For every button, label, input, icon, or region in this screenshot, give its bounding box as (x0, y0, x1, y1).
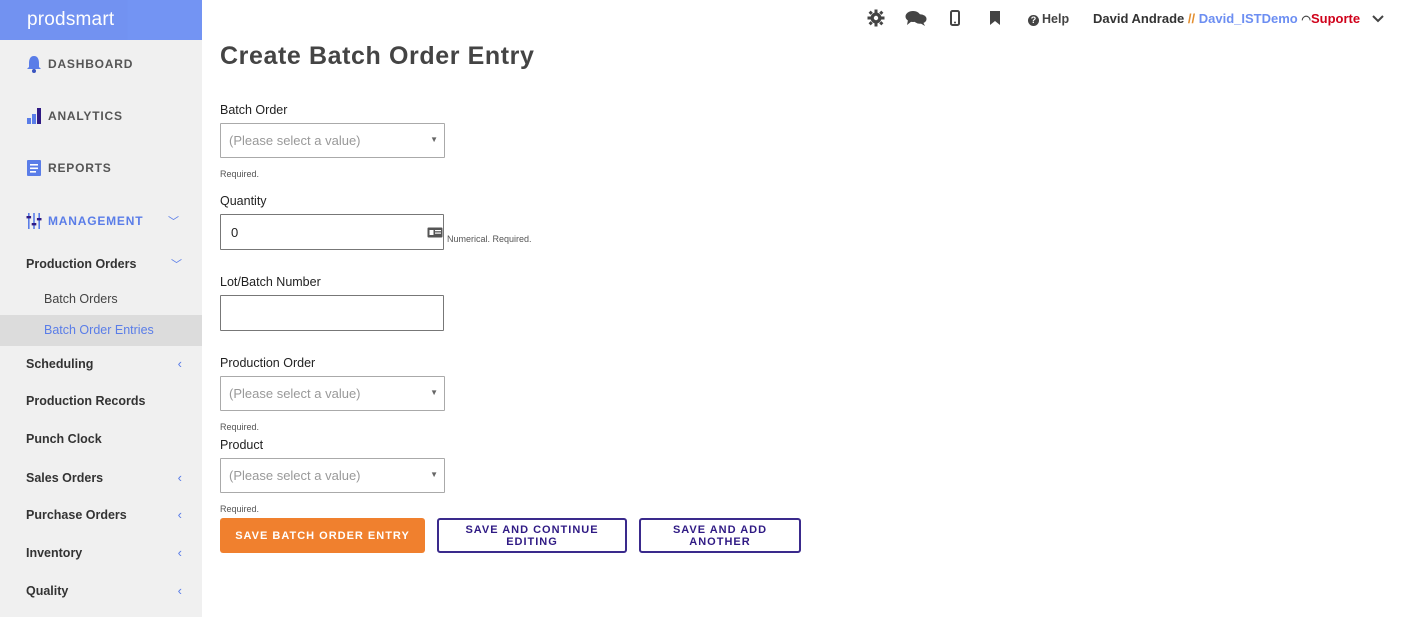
separator: // (1187, 11, 1196, 26)
chevron-left-icon: ‹ (177, 583, 182, 598)
report-icon (27, 160, 41, 176)
nav-punch-clock[interactable]: Punch Clock (26, 432, 182, 446)
nav-scheduling-label: Scheduling (26, 356, 94, 371)
user-name: David Andrade (1093, 11, 1185, 26)
page-title: Create Batch Order Entry (220, 42, 535, 70)
lot-number-input[interactable] (220, 295, 444, 331)
nav-management-label: MANAGEMENT (48, 214, 144, 228)
nav-batch-order-entries[interactable]: Batch Order Entries (44, 323, 154, 337)
sidebar: prodsmart DASHBOARD ANALYTICS REPORTS MA… (0, 0, 202, 617)
nav-dashboard[interactable]: DASHBOARD (26, 55, 133, 73)
nav-quality-label: Quality (26, 583, 69, 598)
nav-purchase-orders-label: Purchase Orders (26, 507, 127, 522)
bookmark-icon[interactable] (985, 9, 1005, 27)
save-continue-button[interactable]: SAVE AND CONTINUE EDITING (437, 518, 627, 553)
gear-icon[interactable] (866, 9, 886, 27)
batch-order-placeholder: (Please select a value) (229, 133, 361, 148)
chevron-down-icon: ﹀ (171, 259, 182, 271)
product-placeholder: (Please select a value) (229, 468, 361, 483)
nav-reports-label: REPORTS (48, 161, 112, 175)
save-button[interactable]: SAVE BATCH ORDER ENTRY (220, 518, 425, 553)
headset-icon: ◠ (1301, 14, 1311, 26)
lot-number-label: Lot/Batch Number (220, 275, 321, 289)
nav-production-records[interactable]: Production Records (26, 394, 182, 408)
batch-order-label: Batch Order (220, 103, 288, 117)
dropdown-arrow-icon: ▼ (430, 470, 438, 479)
dropdown-arrow-icon: ▼ (430, 135, 438, 144)
chevron-left-icon: ‹ (177, 507, 182, 522)
nav-purchase-orders[interactable]: Purchase Orders ‹ (26, 507, 182, 522)
chevron-left-icon: ‹ (177, 356, 182, 371)
nav-analytics-label: ANALYTICS (48, 109, 123, 123)
nav-reports[interactable]: REPORTS (26, 159, 112, 177)
nav-batch-orders[interactable]: Batch Orders (44, 292, 118, 306)
quantity-input[interactable]: 0 (220, 214, 444, 250)
chevron-down-icon: ﹀ (168, 216, 180, 228)
sliders-icon (26, 213, 42, 229)
nav-analytics[interactable]: ANALYTICS (26, 107, 123, 125)
nav-sales-orders[interactable]: Sales Orders ‹ (26, 470, 182, 485)
nav-inventory-label: Inventory (26, 545, 83, 560)
nav-production-orders-label: Production Orders (26, 257, 137, 271)
nav-inventory[interactable]: Inventory ‹ (26, 545, 182, 560)
mobile-icon[interactable] (945, 9, 965, 27)
nav-production-records-label: Production Records (26, 394, 146, 408)
chevron-left-icon: ‹ (177, 545, 182, 560)
nav-sales-orders-label: Sales Orders (26, 470, 104, 485)
app-logo[interactable]: prodsmart (0, 0, 202, 40)
nav-dashboard-label: DASHBOARD (48, 57, 134, 71)
nav-punch-clock-label: Punch Clock (26, 432, 102, 446)
quantity-value: 0 (231, 225, 239, 240)
save-add-another-button[interactable]: SAVE AND ADD ANOTHER (639, 518, 801, 553)
support-link[interactable]: Suporte (1311, 11, 1360, 26)
nav-production-orders[interactable]: Production Orders ﹀ (26, 256, 182, 272)
quantity-label: Quantity (220, 194, 267, 208)
batch-order-help: Required. (220, 169, 260, 179)
product-select[interactable]: (Please select a value) ▼ (220, 458, 445, 493)
production-order-placeholder: (Please select a value) (229, 386, 361, 401)
product-label: Product (220, 438, 264, 452)
nav-management[interactable]: MANAGEMENT ﹀ (26, 212, 182, 230)
user-menu[interactable]: David Andrade // David_ISTDemo ◠Suporte (1093, 11, 1384, 26)
chat-icon[interactable] (905, 9, 927, 27)
production-order-help: Required. (220, 422, 260, 432)
chevron-down-icon[interactable] (1372, 11, 1384, 26)
dropdown-arrow-icon: ▼ (430, 388, 438, 397)
help-label: Help (1042, 12, 1070, 26)
bell-icon (27, 56, 41, 73)
product-help: Required. (220, 504, 260, 514)
production-order-select[interactable]: (Please select a value) ▼ (220, 376, 445, 411)
account-name: David_ISTDemo (1198, 11, 1298, 26)
question-circle-icon: ? (1028, 15, 1039, 26)
id-card-icon (427, 226, 443, 241)
batch-order-select[interactable]: (Please select a value) ▼ (220, 123, 445, 158)
help-link[interactable]: ? Help (1028, 12, 1069, 26)
production-order-label: Production Order (220, 356, 316, 370)
quantity-help: Numerical. Required. (447, 234, 532, 244)
bar-chart-icon (27, 108, 41, 124)
nav-scheduling[interactable]: Scheduling ‹ (26, 356, 182, 371)
nav-quality[interactable]: Quality ‹ (26, 583, 182, 598)
chevron-left-icon: ‹ (177, 470, 182, 485)
